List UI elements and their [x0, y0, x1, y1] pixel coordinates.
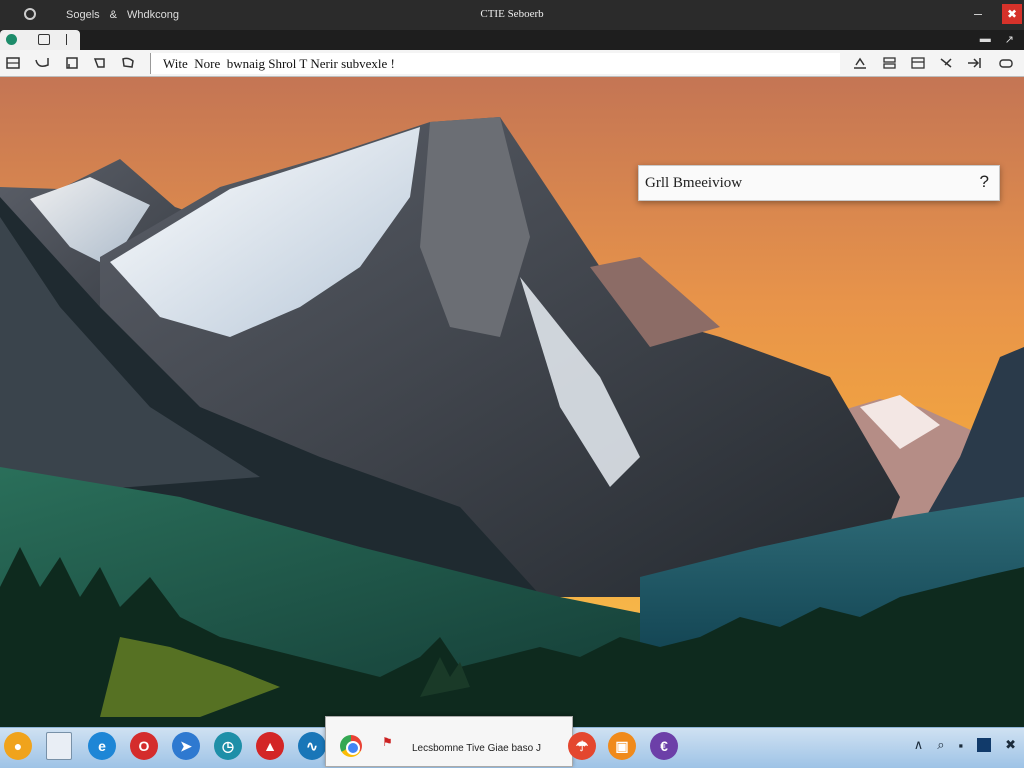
close-button[interactable]: ✖: [1002, 4, 1022, 24]
tab-active[interactable]: [0, 30, 80, 50]
search-box[interactable]: ?: [638, 165, 1000, 201]
search-input[interactable]: [639, 166, 959, 200]
home-icon[interactable]: [64, 56, 80, 70]
app-e-icon[interactable]: €: [650, 732, 678, 760]
taskbar: ● e O ➤ ◷ ▲ ∿ ⚑ Lecsbomne Tive Giae baso…: [0, 716, 1024, 768]
app-shop-icon[interactable]: ▣: [608, 732, 636, 760]
tabs-icon[interactable]: [882, 56, 898, 70]
toolbar: [0, 50, 1024, 77]
tray-dot-icon[interactable]: ▪: [958, 738, 963, 753]
tab-divider: [66, 34, 67, 45]
minimize-button[interactable]: [972, 6, 986, 22]
tab-favicon-icon: [6, 34, 17, 45]
bubble-icon[interactable]: [120, 56, 136, 70]
flag-icon: ⚑: [382, 735, 393, 749]
tag-icon[interactable]: [92, 56, 108, 70]
upload-icon[interactable]: [852, 56, 868, 70]
tab-strip: ▬ ↗: [0, 30, 1024, 50]
window-title: CTIE Seboerb: [480, 8, 544, 20]
app-bird-icon[interactable]: ➤: [172, 732, 200, 760]
app-umbrella-icon[interactable]: ☂: [568, 732, 596, 760]
download-icon[interactable]: [966, 56, 982, 70]
title-bar: Sogels & Whdkcong CTIE Seboerb ✖: [0, 0, 1024, 30]
collections-icon[interactable]: [910, 56, 926, 70]
list-icon[interactable]: [6, 56, 22, 70]
tab-expand-icon[interactable]: ↗: [1005, 33, 1014, 46]
address-bar[interactable]: [150, 53, 840, 74]
app-edge-icon[interactable]: e: [88, 732, 116, 760]
desktop-screen: Sogels & Whdkcong CTIE Seboerb ✖ ▬ ↗ Wit…: [0, 0, 1024, 768]
app-notepad-icon[interactable]: [46, 732, 72, 760]
help-icon[interactable]: ?: [980, 172, 989, 192]
tray-search-icon[interactable]: ⌕: [937, 737, 944, 753]
app-pdf-icon[interactable]: ▲: [256, 732, 284, 760]
tray-chevron-icon[interactable]: ∧: [914, 737, 924, 753]
app-wave-icon[interactable]: ∿: [298, 732, 326, 760]
chrome-icon: [340, 735, 362, 757]
app-globe-icon[interactable]: ●: [4, 732, 32, 760]
task-window-preview[interactable]: ⚑ Lecsbomne Tive Giae baso J: [325, 716, 573, 767]
tray-app-icon[interactable]: [977, 738, 992, 752]
app-opera-icon[interactable]: O: [130, 732, 158, 760]
menu-icon[interactable]: [998, 56, 1014, 70]
task-window-label: Lecsbomne Tive Giae baso J: [412, 743, 541, 754]
tab-document-icon: [38, 34, 50, 45]
tab-strip-controls: ▬ ↗: [980, 33, 1014, 46]
back-icon[interactable]: [34, 56, 50, 70]
share-icon[interactable]: [938, 56, 954, 70]
app-clock-icon[interactable]: ◷: [214, 732, 242, 760]
tray-close-icon[interactable]: ✖: [1005, 737, 1016, 753]
system-tray: ∧ ⌕ ▪ ✖: [914, 737, 1016, 753]
address-input[interactable]: [151, 53, 840, 74]
page-content: ?: [0, 77, 1024, 727]
tab-list-icon[interactable]: ▬: [980, 33, 991, 46]
